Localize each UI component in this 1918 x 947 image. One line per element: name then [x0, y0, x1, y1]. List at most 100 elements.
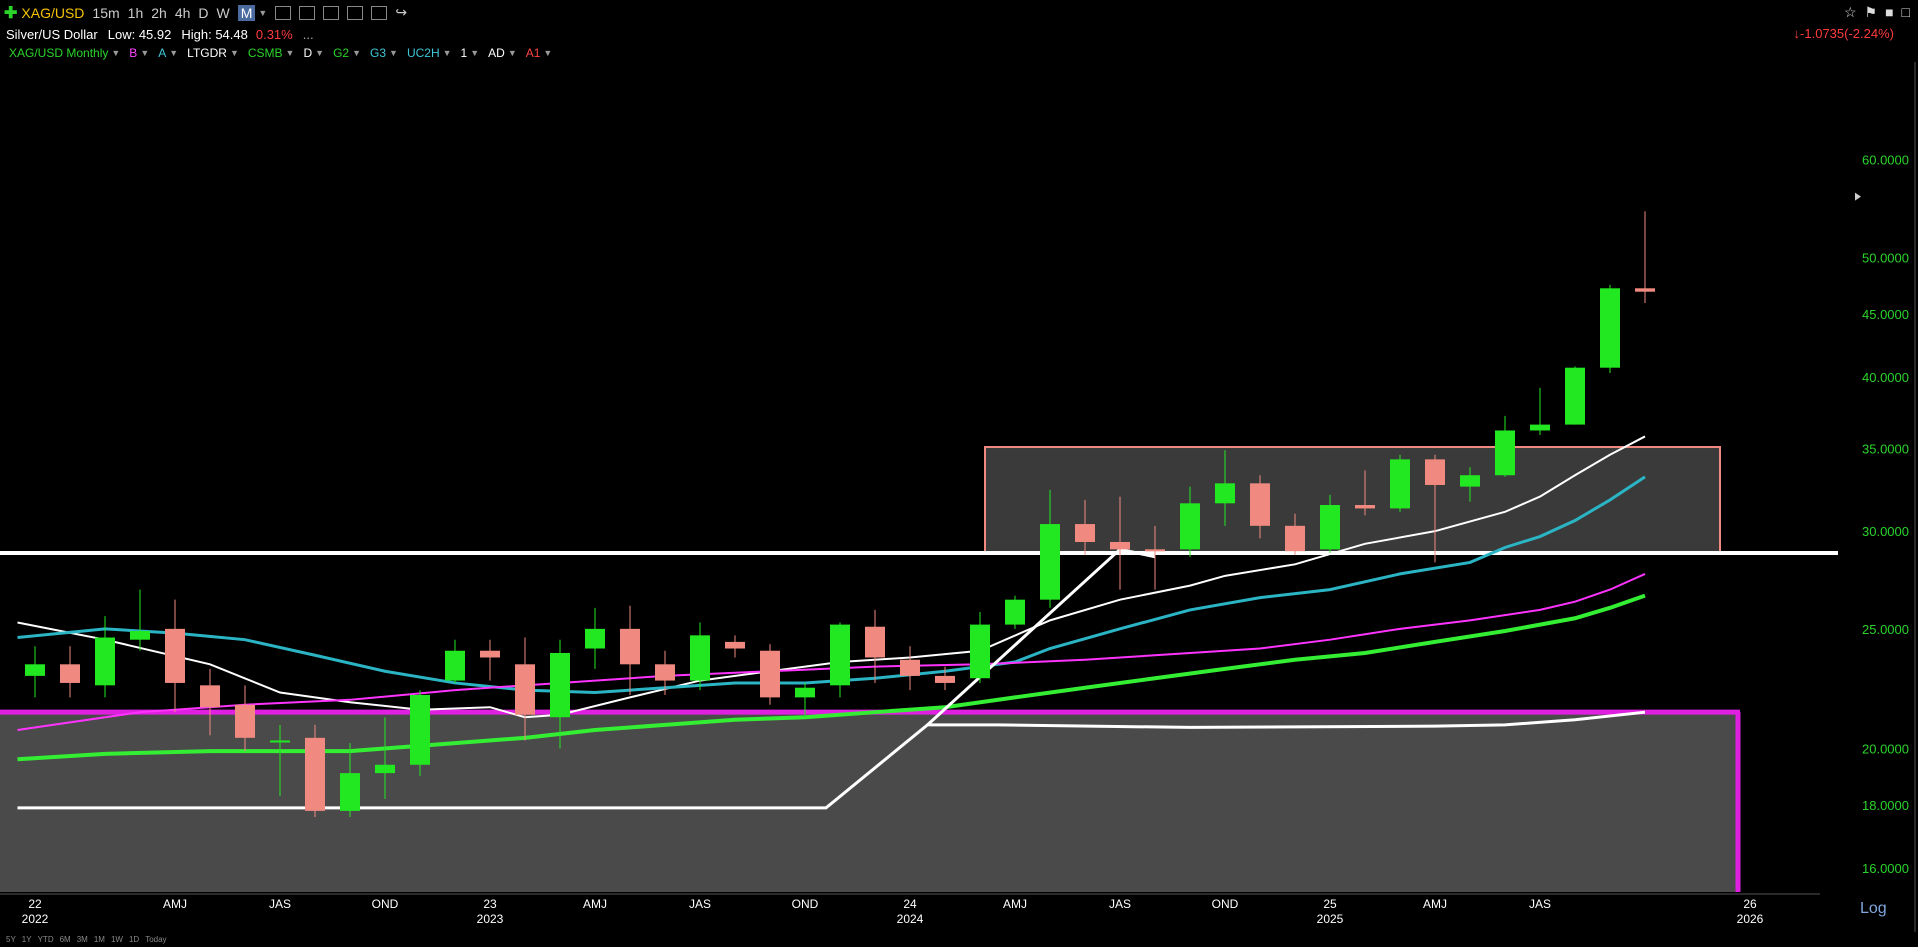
draw-tool-icon[interactable]	[347, 5, 364, 20]
study-dropdown-icon[interactable]: ▼	[508, 48, 517, 58]
timeframe-w[interactable]: W	[217, 5, 230, 21]
study-dropdown-icon[interactable]: ▼	[230, 48, 239, 58]
x-year-label: 2022	[22, 912, 49, 926]
range-1[interactable]: 1Y	[22, 935, 32, 944]
symbol-name: Silver/US Dollar	[6, 27, 98, 42]
study-dropdown-icon[interactable]: ▼	[315, 48, 324, 58]
range-bar: 5Y 1Y YTD 6M 3M 1M 1W 1D Today	[0, 932, 1918, 947]
candle-body	[690, 635, 710, 681]
candle-body	[60, 664, 80, 683]
support-zone	[0, 712, 1738, 892]
candle-body	[95, 637, 115, 686]
range-8[interactable]: Today	[145, 935, 166, 944]
study-8[interactable]: UC2H	[407, 46, 440, 60]
log-scale-toggle[interactable]: Log	[1860, 900, 1887, 918]
timeframe-1h[interactable]: 1h	[128, 5, 144, 21]
range-5[interactable]: 1M	[94, 935, 105, 944]
x-tick-label: 23	[483, 897, 497, 911]
candle-body	[1285, 525, 1305, 552]
range-7[interactable]: 1D	[129, 935, 139, 944]
study-9[interactable]: 1	[461, 46, 468, 60]
favorite-star-icon[interactable]: ☆	[1844, 4, 1857, 21]
candle-body	[480, 650, 500, 658]
alert-icon[interactable]: □	[1902, 4, 1910, 21]
price-chart[interactable]: 60.0000 50.0000 45.0000 40.0000 35.0000 30.00…	[0, 62, 1918, 932]
study-dropdown-icon[interactable]: ▼	[140, 48, 149, 58]
bar-style-icon[interactable]	[299, 5, 316, 20]
x-tick-label: JAS	[689, 897, 711, 911]
x-tick-label: AMJ	[583, 897, 607, 911]
study-7[interactable]: G3	[370, 46, 386, 60]
study-dropdown-icon[interactable]: ▼	[111, 48, 120, 58]
candle-body	[375, 764, 395, 774]
candle-body	[270, 740, 290, 743]
candle-body	[1180, 503, 1200, 550]
candle-body	[1075, 524, 1095, 542]
candle-body	[725, 641, 745, 649]
last-price-marker-icon	[1855, 192, 1861, 201]
study-dropdown-icon[interactable]: ▼	[543, 48, 552, 58]
timeframe-m[interactable]: M	[237, 4, 256, 21]
x-tick-label: 26	[1743, 897, 1757, 911]
y-tick-label: 16.0000	[1862, 861, 1909, 876]
candle-body	[1530, 424, 1550, 431]
candle-body	[1390, 459, 1410, 509]
x-tick-label: JAS	[1109, 897, 1131, 911]
timeframe-4h[interactable]: 4h	[175, 5, 191, 21]
chart-type-icon[interactable]	[275, 5, 292, 20]
candle-body	[1145, 549, 1165, 552]
share-icon[interactable]: ↪	[395, 4, 407, 21]
candle-body	[1005, 599, 1025, 625]
study-4[interactable]: CSMB	[248, 46, 283, 60]
timeframe-dropdown-icon[interactable]: ▼	[258, 8, 267, 18]
range-4[interactable]: 3M	[77, 935, 88, 944]
range-2[interactable]: YTD	[38, 935, 54, 944]
timeframe-d[interactable]: D	[198, 5, 208, 21]
study-3[interactable]: LTGDR	[187, 46, 227, 60]
range-6[interactable]: 1W	[111, 935, 123, 944]
low-label: Low: 45.92	[107, 27, 172, 42]
candle-body	[1215, 483, 1235, 504]
flag-icon[interactable]: ⚑	[1865, 4, 1878, 21]
candle-body	[1600, 288, 1620, 368]
candle-body	[830, 624, 850, 686]
change-pct: 0.31%	[255, 27, 293, 42]
candle-body	[970, 624, 990, 679]
study-0[interactable]: XAG/USD Monthly	[9, 46, 108, 60]
study-5[interactable]: D	[303, 46, 312, 60]
x-year-label: 2023	[477, 912, 504, 926]
study-dropdown-icon[interactable]: ▼	[286, 48, 295, 58]
symbol-selector[interactable]: XAG/USD	[21, 5, 84, 21]
timeframe-15m[interactable]: 15m	[92, 5, 119, 21]
add-symbol-icon[interactable]: ✚	[4, 3, 17, 23]
candle-body	[200, 685, 220, 708]
study-2[interactable]: A	[158, 46, 166, 60]
x-tick-label: JAS	[1529, 897, 1551, 911]
study-dropdown-icon[interactable]: ▼	[389, 48, 398, 58]
symbol-info: Silver/US Dollar Low: 45.92 High: 54.48 …	[0, 25, 1918, 44]
candle-body	[1040, 524, 1060, 600]
study-dropdown-icon[interactable]: ▼	[443, 48, 452, 58]
study-10[interactable]: AD	[488, 46, 505, 60]
candle-body	[585, 628, 605, 649]
grid-icon[interactable]	[323, 5, 340, 20]
top-right-tools: ☆ ⚑ ■ □	[1844, 4, 1910, 21]
range-3[interactable]: 6M	[60, 935, 71, 944]
study-dropdown-icon[interactable]: ▼	[470, 48, 479, 58]
study-6[interactable]: G2	[333, 46, 349, 60]
range-0[interactable]: 5Y	[6, 935, 16, 944]
candle-body	[515, 664, 535, 715]
candle-body	[1635, 288, 1655, 292]
study-1[interactable]: B	[129, 46, 137, 60]
candle-body	[1425, 459, 1445, 485]
link-icon[interactable]: ■	[1885, 4, 1893, 21]
study-dropdown-icon[interactable]: ▼	[352, 48, 361, 58]
study-dropdown-icon[interactable]: ▼	[169, 48, 178, 58]
y-tick-label: 30.0000	[1862, 524, 1909, 539]
study-11[interactable]: A1	[526, 46, 541, 60]
price-change: ↓-1.0735(-2.24%)	[1793, 26, 1894, 41]
timeframe-2h[interactable]: 2h	[151, 5, 167, 21]
more-ellipsis[interactable]: ...	[303, 27, 314, 42]
y-tick-label: 20.0000	[1862, 741, 1909, 756]
layout-icon[interactable]	[371, 5, 388, 20]
